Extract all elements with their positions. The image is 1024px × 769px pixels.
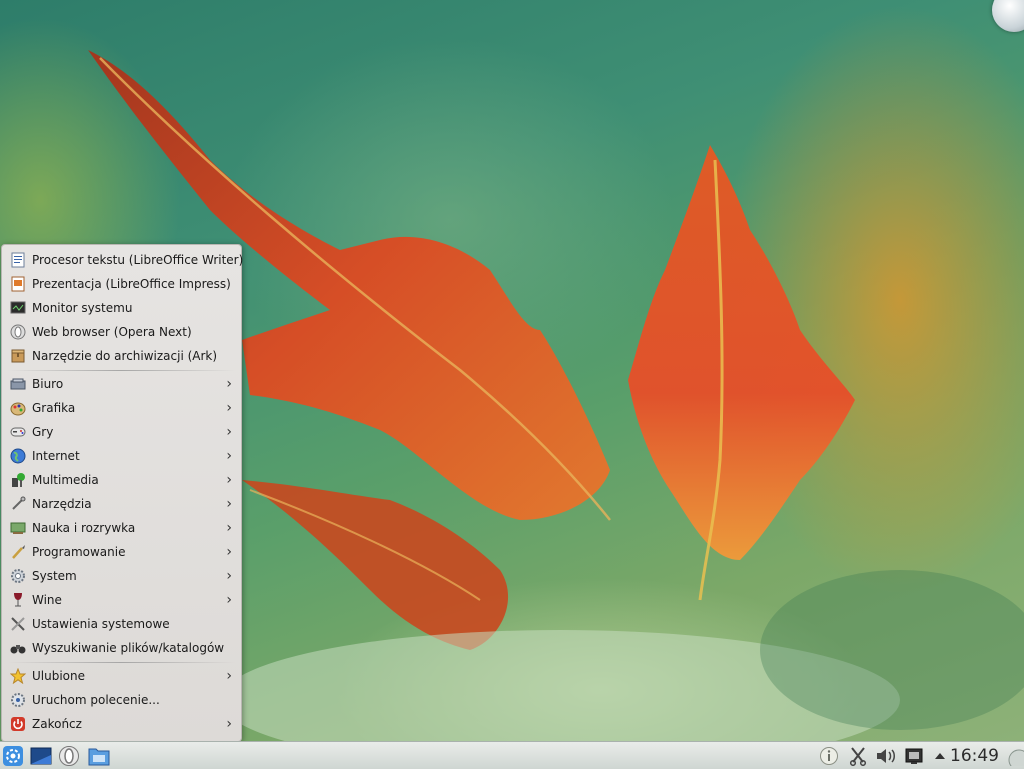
volume-icon[interactable] xyxy=(875,745,897,767)
menu-item-ark[interactable]: Narzędzie do archiwizacji (Ark) xyxy=(2,344,241,368)
games-icon xyxy=(10,424,26,440)
impress-icon xyxy=(10,276,26,292)
menu-item-biuro[interactable]: Biuro › xyxy=(2,372,241,396)
menu-item-ulubione[interactable]: Ulubione › xyxy=(2,664,241,688)
chevron-right-icon: › xyxy=(226,376,232,392)
menu-item-system-monitor[interactable]: Monitor systemu xyxy=(2,296,241,320)
network-icon[interactable] xyxy=(903,745,925,767)
menu-item-multimedia[interactable]: Multimedia › xyxy=(2,468,241,492)
menu-item-label: Nauka i rozrywka xyxy=(32,521,136,535)
chevron-right-icon: › xyxy=(226,716,232,732)
development-icon xyxy=(10,544,26,560)
menu-item-label: Monitor systemu xyxy=(32,301,133,315)
tools-icon xyxy=(10,496,26,512)
menu-item-label: Wine xyxy=(32,593,62,607)
menu-item-label: Grafika xyxy=(32,401,76,415)
application-launcher-menu: Procesor tekstu (LibreOffice Writer) Pre… xyxy=(1,244,244,742)
chevron-right-icon: › xyxy=(226,592,232,608)
menu-item-label: Biuro xyxy=(32,377,64,391)
multimedia-icon xyxy=(10,472,26,488)
menu-item-grafika[interactable]: Grafika › xyxy=(2,396,241,420)
chevron-right-icon: › xyxy=(226,400,232,416)
menu-item-wyszukiwanie[interactable]: Wyszukiwanie plików/katalogów xyxy=(2,636,241,660)
menu-item-label: Narzędzia xyxy=(32,497,92,511)
menu-item-label: Ustawienia systemowe xyxy=(32,617,170,631)
menu-item-label: Procesor tekstu (LibreOffice Writer) xyxy=(32,253,244,267)
menu-item-label: Narzędzie do archiwizacji (Ark) xyxy=(32,349,218,363)
tray-expand-arrow-icon[interactable] xyxy=(929,745,951,767)
notifications-info-icon[interactable] xyxy=(818,745,840,767)
menu-item-ustawienia[interactable]: Ustawienia systemowe xyxy=(2,612,241,636)
menu-item-wine[interactable]: Wine › xyxy=(2,588,241,612)
menu-item-label: Uruchom polecenie... xyxy=(32,693,160,707)
kde-launcher-icon[interactable] xyxy=(2,745,24,767)
menu-item-internet[interactable]: Internet › xyxy=(2,444,241,468)
ark-icon xyxy=(10,348,26,364)
menu-item-label: Zakończ xyxy=(32,717,82,731)
menu-separator xyxy=(8,662,235,663)
chevron-right-icon: › xyxy=(226,668,232,684)
star-icon xyxy=(10,668,26,684)
system-monitor-icon xyxy=(10,300,26,316)
chevron-right-icon: › xyxy=(226,520,232,536)
menu-item-label: Wyszukiwanie plików/katalogów xyxy=(32,641,225,655)
menu-item-programowanie[interactable]: Programowanie › xyxy=(2,540,241,564)
chevron-right-icon: › xyxy=(226,544,232,560)
run-command-icon xyxy=(10,692,26,708)
menu-item-uruchom-polecenie[interactable]: Uruchom polecenie... xyxy=(2,688,241,712)
menu-item-nauka[interactable]: Nauka i rozrywka › xyxy=(2,516,241,540)
opera-icon[interactable] xyxy=(58,745,80,767)
opera-icon xyxy=(10,324,26,340)
chevron-right-icon: › xyxy=(226,496,232,512)
internet-globe-icon xyxy=(10,448,26,464)
panel-toolbox-icon[interactable] xyxy=(1004,745,1024,767)
menu-item-label: Prezentacja (LibreOffice Impress) xyxy=(32,277,231,291)
menu-item-label: Web browser (Opera Next) xyxy=(32,325,192,339)
menu-item-impress[interactable]: Prezentacja (LibreOffice Impress) xyxy=(2,272,241,296)
settings-tools-icon xyxy=(10,616,26,632)
office-icon xyxy=(10,376,26,392)
menu-item-label: System xyxy=(32,569,77,583)
chevron-right-icon: › xyxy=(226,568,232,584)
menu-item-writer[interactable]: Procesor tekstu (LibreOffice Writer) xyxy=(2,248,244,272)
graphics-icon xyxy=(10,400,26,416)
menu-item-label: Programowanie xyxy=(32,545,126,559)
clipboard-scissors-icon[interactable] xyxy=(847,745,869,767)
menu-separator xyxy=(8,370,235,371)
system-gear-icon xyxy=(10,568,26,584)
education-icon xyxy=(10,520,26,536)
power-icon xyxy=(10,716,26,732)
chevron-right-icon: › xyxy=(226,472,232,488)
chevron-right-icon: › xyxy=(226,424,232,440)
writer-icon xyxy=(10,252,26,268)
menu-item-label: Gry xyxy=(32,425,54,439)
chevron-right-icon: › xyxy=(226,448,232,464)
binoculars-icon xyxy=(10,640,26,656)
menu-item-gry[interactable]: Gry › xyxy=(2,420,241,444)
menu-item-label: Internet xyxy=(32,449,80,463)
menu-item-narzedzia[interactable]: Narzędzia › xyxy=(2,492,241,516)
menu-item-system[interactable]: System › xyxy=(2,564,241,588)
wine-glass-icon xyxy=(10,592,26,608)
menu-item-label: Ulubione xyxy=(32,669,86,683)
panel-taskbar: 16:49 xyxy=(0,741,1024,769)
desktop-icon[interactable] xyxy=(30,745,52,767)
menu-item-opera-next[interactable]: Web browser (Opera Next) xyxy=(2,320,241,344)
menu-item-label: Multimedia xyxy=(32,473,99,487)
menu-item-zakoncz[interactable]: Zakończ › xyxy=(2,712,241,736)
file-manager-icon[interactable] xyxy=(88,745,110,767)
clock[interactable]: 16:49 xyxy=(950,745,999,767)
